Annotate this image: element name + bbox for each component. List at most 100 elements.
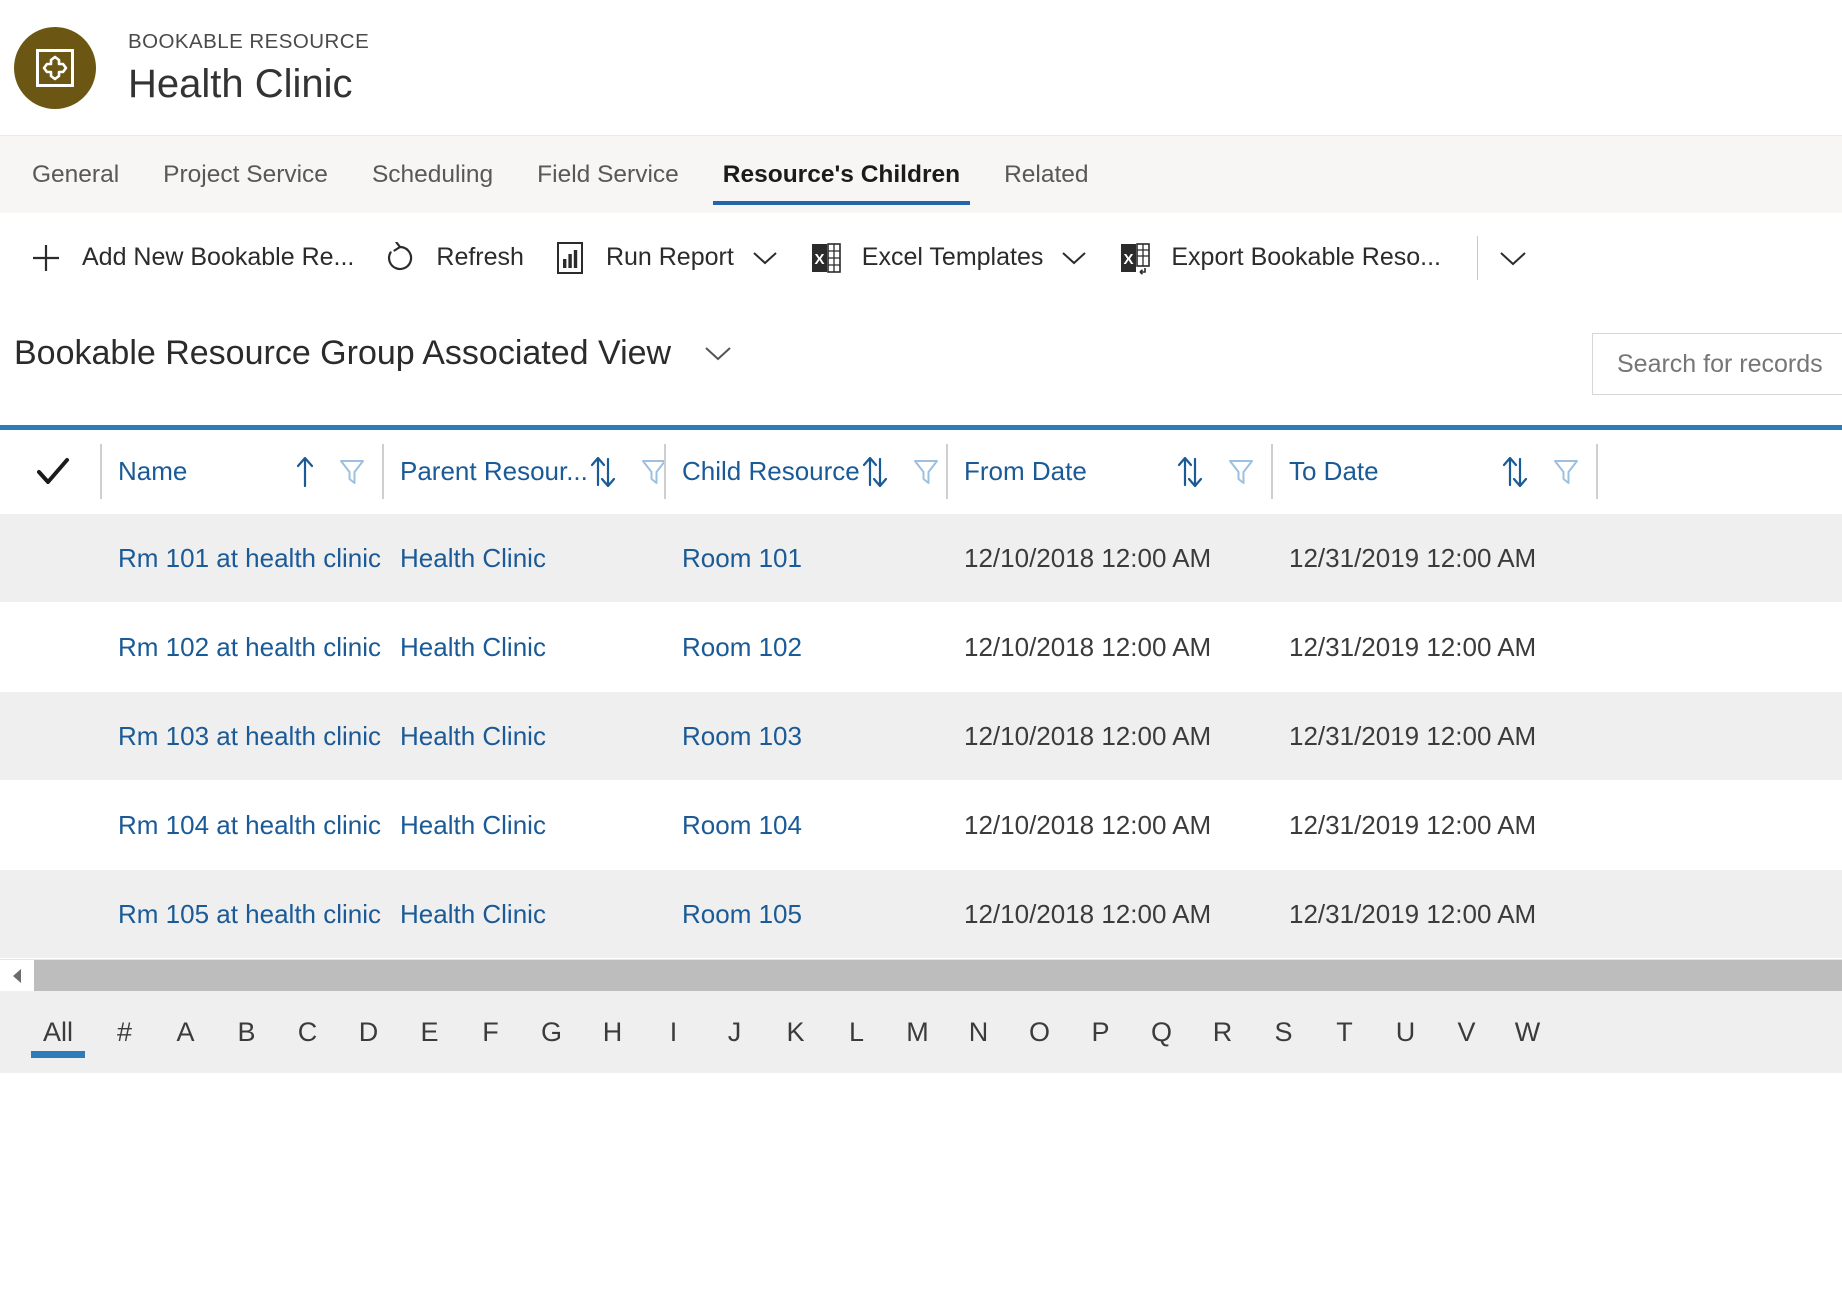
row-select-cell[interactable]	[0, 692, 100, 780]
cell-name[interactable]: Rm 103 at health clinic	[100, 692, 382, 780]
alpha-filter-d[interactable]: D	[338, 1004, 399, 1060]
chevron-down-icon[interactable]	[750, 248, 780, 268]
alpha-filter-u[interactable]: U	[1375, 1004, 1436, 1060]
cell-parent-resource[interactable]: Health Clinic	[382, 781, 664, 869]
filter-icon[interactable]	[912, 457, 940, 487]
row-select-cell[interactable]	[0, 603, 100, 691]
alpha-filter-f[interactable]: F	[460, 1004, 521, 1060]
scroll-left-arrow-icon[interactable]	[0, 960, 34, 991]
alpha-filter-o[interactable]: O	[1009, 1004, 1070, 1060]
view-selector-chevron-down-icon[interactable]	[701, 342, 735, 364]
cell-parent-resource[interactable]: Health Clinic	[382, 870, 664, 958]
record-link[interactable]: Rm 101 at health clinic	[118, 543, 381, 574]
scrollbar-track[interactable]	[34, 960, 1842, 991]
filter-icon[interactable]	[1227, 457, 1255, 487]
record-link[interactable]: Room 102	[682, 632, 802, 663]
command-bar-overflow-button[interactable]	[1486, 213, 1556, 302]
record-link[interactable]: Rm 103 at health clinic	[118, 721, 381, 752]
chevron-down-icon[interactable]	[1059, 248, 1089, 268]
cell-parent-resource[interactable]: Health Clinic	[382, 603, 664, 691]
table-row[interactable]: Rm 101 at health clinic Health Clinic Ro…	[0, 514, 1842, 603]
sort-updown-icon[interactable]	[860, 455, 890, 489]
filter-icon[interactable]	[1552, 457, 1580, 487]
search-input[interactable]	[1615, 348, 1842, 380]
sort-updown-icon[interactable]	[1500, 455, 1530, 489]
alpha-filter-c[interactable]: C	[277, 1004, 338, 1060]
alpha-filter-t[interactable]: T	[1314, 1004, 1375, 1060]
alpha-filter-s[interactable]: S	[1253, 1004, 1314, 1060]
cell-name[interactable]: Rm 101 at health clinic	[100, 514, 382, 602]
column-header-to-date[interactable]: To Date	[1271, 430, 1596, 513]
cell-parent-resource[interactable]: Health Clinic	[382, 692, 664, 780]
search-box[interactable]	[1592, 333, 1842, 395]
tab-project-service[interactable]: Project Service	[141, 136, 350, 213]
cell-child-resource[interactable]: Room 102	[664, 603, 946, 691]
tab-scheduling[interactable]: Scheduling	[350, 136, 515, 213]
record-link[interactable]: Rm 102 at health clinic	[118, 632, 381, 663]
export-bookable-resources-button[interactable]: X Export Bookable Reso...	[1103, 213, 1455, 302]
filter-icon[interactable]	[640, 457, 664, 487]
alpha-filter-q[interactable]: Q	[1131, 1004, 1192, 1060]
excel-templates-button[interactable]: X Excel Templates	[794, 213, 1104, 302]
row-select-cell[interactable]	[0, 781, 100, 869]
select-all-cell[interactable]	[0, 430, 100, 513]
record-link[interactable]: Room 104	[682, 810, 802, 841]
scrollbar-thumb[interactable]	[34, 960, 1842, 991]
record-link[interactable]: Rm 104 at health clinic	[118, 810, 381, 841]
cell-parent-resource[interactable]: Health Clinic	[382, 514, 664, 602]
cell-name[interactable]: Rm 104 at health clinic	[100, 781, 382, 869]
alpha-filter-r[interactable]: R	[1192, 1004, 1253, 1060]
table-row[interactable]: Rm 102 at health clinic Health Clinic Ro…	[0, 603, 1842, 692]
alpha-filter-j[interactable]: J	[704, 1004, 765, 1060]
record-link[interactable]: Health Clinic	[400, 899, 546, 930]
alpha-filter-g[interactable]: G	[521, 1004, 582, 1060]
tab-related[interactable]: Related	[982, 136, 1110, 213]
table-row[interactable]: Rm 105 at health clinic Health Clinic Ro…	[0, 870, 1842, 959]
alpha-filter-v[interactable]: V	[1436, 1004, 1497, 1060]
refresh-button[interactable]: Refresh	[368, 213, 538, 302]
record-link[interactable]: Health Clinic	[400, 632, 546, 663]
record-link[interactable]: Room 105	[682, 899, 802, 930]
record-link[interactable]: Health Clinic	[400, 721, 546, 752]
record-link[interactable]: Room 101	[682, 543, 802, 574]
alpha-filter-all[interactable]: All	[22, 1004, 94, 1060]
column-header-from-date[interactable]: From Date	[946, 430, 1271, 513]
alpha-filter-k[interactable]: K	[765, 1004, 826, 1060]
alpha-filter-l[interactable]: L	[826, 1004, 887, 1060]
cell-child-resource[interactable]: Room 101	[664, 514, 946, 602]
alpha-filter-i[interactable]: I	[643, 1004, 704, 1060]
alpha-filter-e[interactable]: E	[399, 1004, 460, 1060]
sort-updown-icon[interactable]	[1175, 455, 1205, 489]
alpha-filter-h[interactable]: H	[582, 1004, 643, 1060]
checkmark-icon[interactable]	[36, 457, 70, 487]
sort-updown-icon[interactable]	[588, 455, 618, 489]
alpha-filter-n[interactable]: N	[948, 1004, 1009, 1060]
add-new-bookable-resource-button[interactable]: Add New Bookable Re...	[14, 213, 368, 302]
alpha-filter-hash[interactable]: #	[94, 1004, 155, 1060]
tab-resources-children[interactable]: Resource's Children	[701, 136, 982, 213]
alpha-filter-a[interactable]: A	[155, 1004, 216, 1060]
cell-child-resource[interactable]: Room 103	[664, 692, 946, 780]
table-row[interactable]: Rm 104 at health clinic Health Clinic Ro…	[0, 781, 1842, 870]
cell-name[interactable]: Rm 102 at health clinic	[100, 603, 382, 691]
column-header-name[interactable]: Name	[100, 430, 382, 513]
arrow-up-icon[interactable]	[294, 455, 316, 489]
cell-name[interactable]: Rm 105 at health clinic	[100, 870, 382, 958]
tab-general[interactable]: General	[10, 136, 141, 213]
filter-icon[interactable]	[338, 457, 366, 487]
cell-child-resource[interactable]: Room 105	[664, 870, 946, 958]
record-link[interactable]: Room 103	[682, 721, 802, 752]
alpha-filter-b[interactable]: B	[216, 1004, 277, 1060]
alpha-filter-m[interactable]: M	[887, 1004, 948, 1060]
record-link[interactable]: Health Clinic	[400, 810, 546, 841]
alpha-filter-p[interactable]: P	[1070, 1004, 1131, 1060]
table-row[interactable]: Rm 103 at health clinic Health Clinic Ro…	[0, 692, 1842, 781]
grid-horizontal-scrollbar[interactable]	[0, 959, 1842, 991]
column-header-child-resource[interactable]: Child Resource	[664, 430, 946, 513]
record-link[interactable]: Health Clinic	[400, 543, 546, 574]
row-select-cell[interactable]	[0, 514, 100, 602]
cell-child-resource[interactable]: Room 104	[664, 781, 946, 869]
column-header-parent-resource[interactable]: Parent Resour...	[382, 430, 664, 513]
run-report-button[interactable]: Run Report	[538, 213, 794, 302]
row-select-cell[interactable]	[0, 870, 100, 958]
